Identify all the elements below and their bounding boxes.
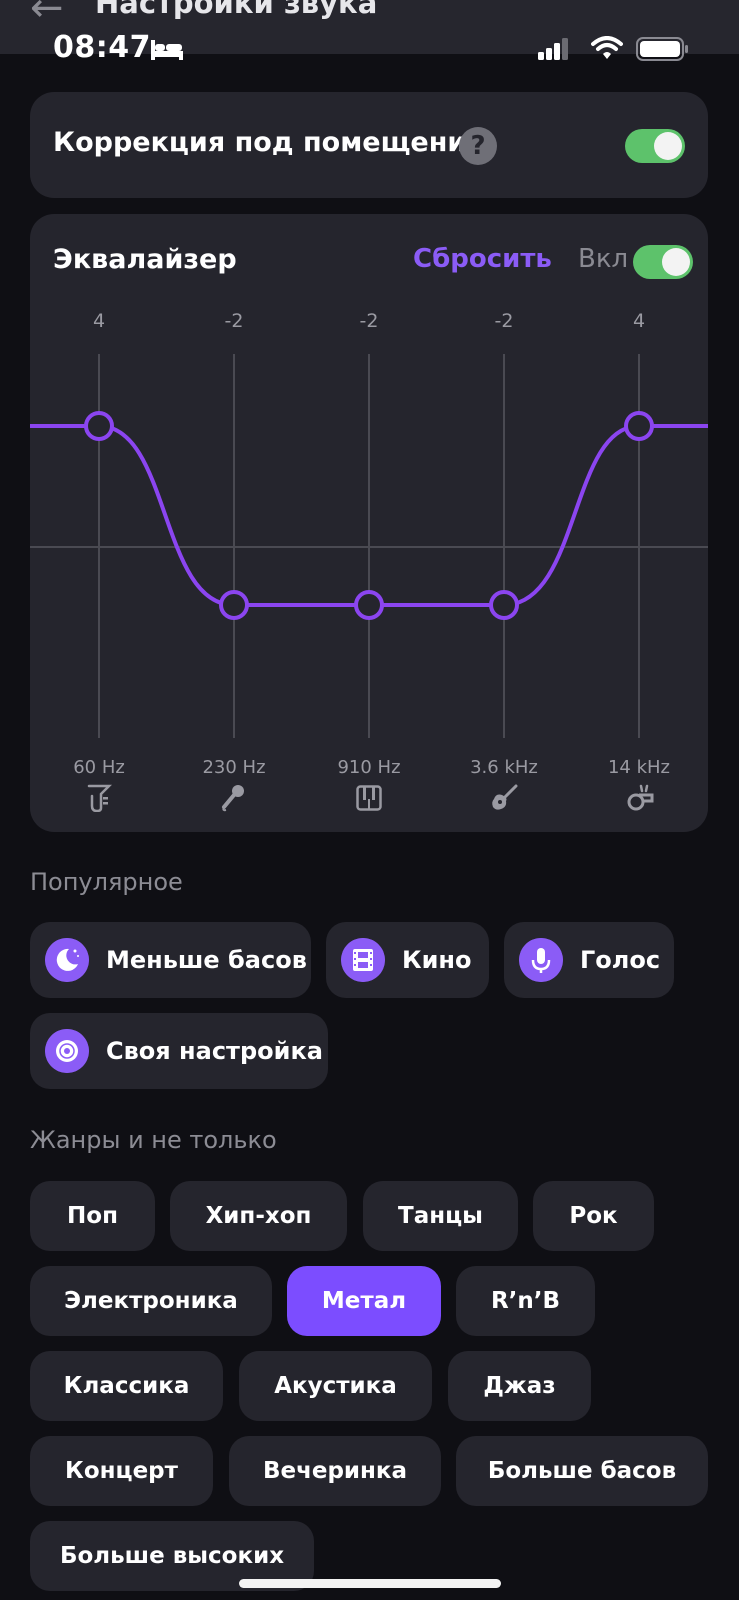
band-frequency-label: 910 Hz [337,757,401,778]
genre-rock[interactable]: Рок [533,1181,654,1251]
genres-section-title: Жанры и не только [30,1126,277,1154]
preset-cinema[interactable]: Кино [326,922,489,998]
preset-label: Своя настройка [106,1037,323,1065]
sleep-mode-icon [151,40,183,60]
genre-acoustic[interactable]: Акустика [239,1351,432,1421]
band-gain-value: -2 [224,310,244,332]
band-handle-60hz [84,411,114,441]
vinyl-icon [45,1029,89,1073]
genre-dance[interactable]: Танцы [363,1181,518,1251]
status-time: 08:47 [53,30,151,65]
band-handle-910hz [354,590,384,620]
band-handle-230hz [219,590,249,620]
genre-party[interactable]: Вечеринка [229,1436,441,1506]
preset-label: Кино [402,946,472,974]
microphone-icon [519,938,563,982]
genre-more-bass[interactable]: Больше басов [456,1436,708,1506]
band-handle-14khz [624,411,654,441]
cellular-signal-icon [538,38,568,60]
genre-classical[interactable]: Классика [30,1351,223,1421]
film-icon [341,938,385,982]
preset-voice[interactable]: Голос [504,922,674,998]
band-handle-3-6khz [489,590,519,620]
genre-concert[interactable]: Концерт [30,1436,213,1506]
room-correction-toggle[interactable] [625,129,685,163]
band-gain-value: -2 [494,310,514,332]
tuba-icon [87,784,112,812]
popular-section-title: Популярное [30,868,183,896]
band-gain-value: 4 [632,310,646,332]
preset-custom[interactable]: Своя настройка [30,1013,328,1089]
band-frequency-label: 60 Hz [73,757,125,778]
preset-less-bass[interactable]: Меньше басов [30,922,311,998]
microphone-icon [222,785,244,812]
toggle-knob [654,132,682,160]
preset-label: Меньше басов [106,946,307,974]
band-frequency-label: 230 Hz [202,757,266,778]
genre-metal[interactable]: Метал [287,1266,441,1336]
equalizer-graph[interactable] [30,214,708,832]
piano-keys-icon [356,785,382,811]
help-icon[interactable]: ? [459,127,497,165]
back-arrow-icon[interactable]: ← [30,0,64,28]
genre-rnb[interactable]: R’n’B [456,1266,595,1336]
guitar-icon [492,784,518,810]
page-title: Настройки звука [95,0,378,20]
band-frequency-label: 14 kHz [607,757,671,778]
battery-icon [636,37,688,61]
band-frequency-label: 3.6 kHz [470,757,538,778]
band-gain-value: 4 [92,310,106,332]
band-gain-value: -2 [359,310,379,332]
genre-pop[interactable]: Поп [30,1181,155,1251]
preset-label: Голос [580,946,661,974]
room-correction-card: Коррекция под помещение ? [30,92,708,198]
wifi-icon [591,36,623,59]
moon-icon [45,938,89,982]
whistle-icon [627,784,654,811]
home-indicator[interactable] [239,1579,501,1588]
room-correction-label: Коррекция под помещение [53,127,485,158]
genre-jazz[interactable]: Джаз [448,1351,591,1421]
genre-electronic[interactable]: Электроника [30,1266,272,1336]
genre-hip-hop[interactable]: Хип-хоп [170,1181,347,1251]
equalizer-card: Эквалайзер Сбросить Вкл 4 -2 -2 -2 4 60 … [30,214,708,832]
